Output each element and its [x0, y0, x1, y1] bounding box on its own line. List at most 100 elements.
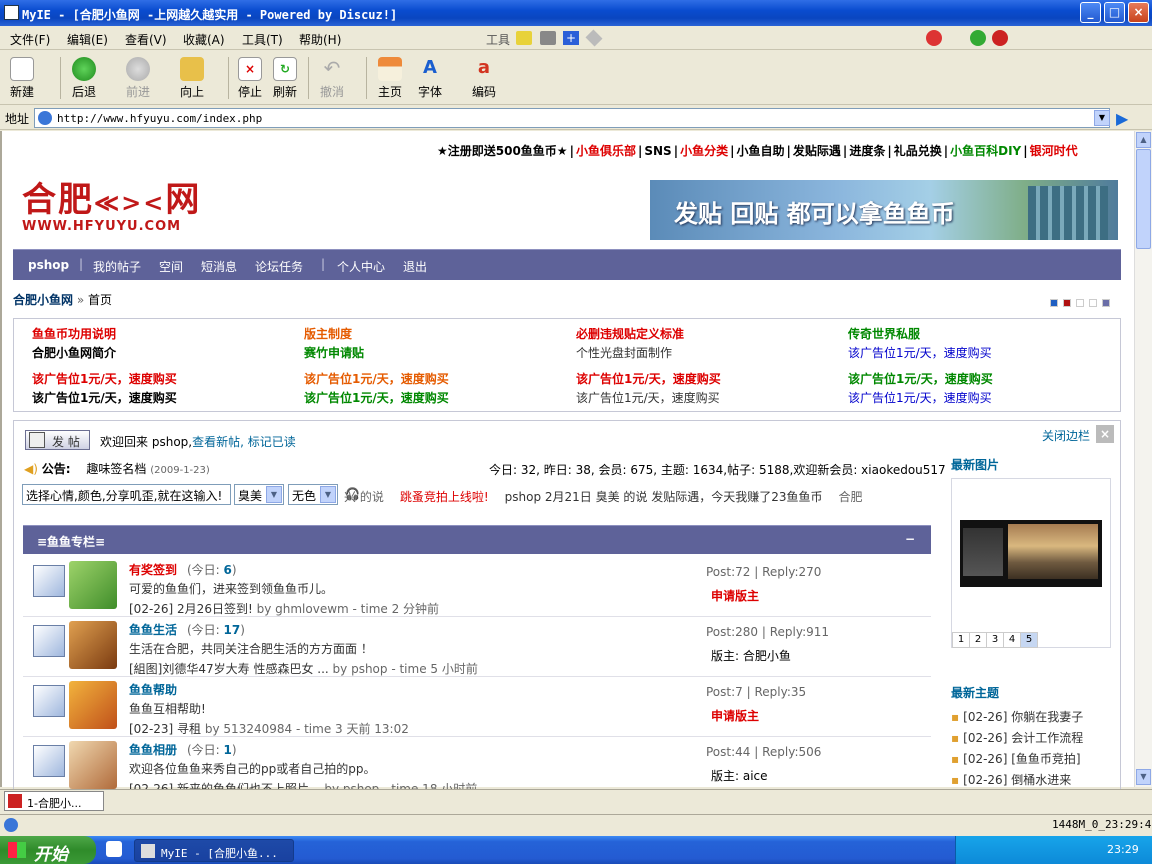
forum-moderator[interactable]: 版主: aice: [711, 767, 768, 784]
maximize-button[interactable]: □: [1104, 2, 1125, 23]
nav-my-posts[interactable]: 我的帖子: [93, 258, 141, 275]
top-link[interactable]: 进度条: [849, 144, 885, 158]
ad-link[interactable]: 合肥小鱼网简介: [32, 344, 116, 361]
last-post-title[interactable]: [02-26] 2月26日签到!: [129, 602, 253, 616]
forum-thumbnail[interactable]: [69, 741, 117, 789]
nav-logout[interactable]: 退出: [403, 258, 427, 275]
top-link[interactable]: 小鱼百科DIY: [950, 144, 1021, 158]
latest-topic-item[interactable]: ▪ [02-26] [鱼鱼币竞拍]: [951, 750, 1081, 767]
eraser-icon[interactable]: [585, 29, 603, 47]
font-button[interactable]: A 字体: [408, 55, 452, 100]
go-icon[interactable]: [970, 30, 986, 46]
pager-page[interactable]: 2: [969, 632, 987, 648]
ad-link[interactable]: 版主制度: [304, 325, 352, 342]
ticker-item[interactable]: pshop 2月21日 臭美 的说 发贴际遇，今天我赚了23鱼鱼币: [505, 490, 823, 504]
style-swatch[interactable]: [1102, 299, 1110, 307]
plus-icon[interactable]: +: [563, 31, 579, 45]
latest-topic-item[interactable]: ▪ [02-26] 倒桶水进来: [951, 771, 1071, 788]
close-button[interactable]: ×: [1128, 2, 1149, 23]
profile-icon[interactable]: [926, 30, 942, 46]
go-arrow-icon[interactable]: ▶: [1116, 109, 1128, 128]
ad-link[interactable]: 该广告位1元/天，速度购买: [304, 370, 449, 387]
forum-moderator[interactable]: 申请版主: [711, 707, 759, 724]
quicklaunch-icon[interactable]: [106, 841, 122, 857]
close-sidebar-icon[interactable]: ×: [1096, 425, 1114, 443]
menu-file[interactable]: 文件(F): [10, 31, 50, 48]
top-link[interactable]: 发贴际遇: [793, 144, 841, 158]
latest-topic-item[interactable]: ▪ [02-26] 会计工作流程: [951, 729, 1083, 746]
top-link[interactable]: 银河时代: [1030, 144, 1078, 158]
menu-favorites[interactable]: 收藏(A): [183, 31, 225, 48]
new-button[interactable]: 新建: [0, 55, 44, 100]
ticker-item[interactable]: 兴 的说: [344, 490, 384, 504]
forum-thumbnail[interactable]: [69, 681, 117, 729]
top-link[interactable]: 小鱼分类: [680, 144, 728, 158]
menu-edit[interactable]: 编辑(E): [67, 31, 108, 48]
forum-moderator[interactable]: 申请版主: [711, 587, 759, 604]
last-post-title[interactable]: [02-23] 寻租: [129, 722, 201, 736]
ad-link[interactable]: 该广告位1元/天，速度购买: [576, 370, 721, 387]
top-link[interactable]: 小鱼自助: [737, 144, 785, 158]
style-swatch[interactable]: [1076, 299, 1084, 307]
nav-username[interactable]: pshop: [28, 258, 69, 272]
menu-tools[interactable]: 工具(T): [242, 31, 283, 48]
ad-link[interactable]: 个性光盘封面制作: [576, 344, 672, 361]
ad-link[interactable]: 该广告位1元/天，速度购买: [848, 344, 992, 361]
address-input[interactable]: http://www.hfyuyu.com/index.php: [34, 108, 1110, 128]
ad-link[interactable]: 该广告位1元/天，速度购买: [848, 389, 992, 406]
scroll-up-icon[interactable]: ▲: [1136, 132, 1151, 148]
collapse-icon[interactable]: −: [905, 532, 915, 546]
ad-link[interactable]: 该广告位1元/天，速度购买: [848, 370, 993, 387]
forum-moderator[interactable]: 版主: 合肥小鱼: [711, 647, 791, 664]
nav-user-center[interactable]: 个人中心: [337, 258, 385, 275]
pager-page[interactable]: 4: [1003, 632, 1021, 648]
top-link[interactable]: 礼品兑换: [894, 144, 942, 158]
encoding-button[interactable]: a 编码: [462, 55, 506, 100]
top-link[interactable]: SNS: [644, 144, 671, 158]
nav-space[interactable]: 空间: [159, 258, 183, 275]
nav-tasks[interactable]: 论坛任务: [255, 258, 303, 275]
forward-button[interactable]: 前进: [116, 55, 160, 100]
highlighter-icon[interactable]: [516, 31, 532, 45]
forum-thumbnail[interactable]: [69, 621, 117, 669]
style-swatch[interactable]: [1063, 299, 1071, 307]
browser-tab[interactable]: 1-合肥小...: [4, 791, 104, 811]
style-swatch[interactable]: [1050, 299, 1058, 307]
site-logo[interactable]: 合肥≪><网 WWW.HFYUYU.COM: [22, 172, 202, 234]
forum-name[interactable]: 鱼鱼帮助: [129, 681, 177, 698]
ticker-item[interactable]: 合肥: [839, 490, 863, 504]
breadcrumb-home[interactable]: 合肥小鱼网: [13, 293, 73, 307]
ad-link[interactable]: 该广告位1元/天，速度购买: [32, 370, 177, 387]
up-button[interactable]: 向上: [170, 55, 214, 100]
forum-name[interactable]: 有奖签到: [129, 561, 177, 578]
mark-read-link[interactable]: 标记已读: [248, 435, 296, 449]
vertical-scrollbar[interactable]: ▲ ▼: [1134, 131, 1152, 787]
taskbar-item[interactable]: MyIE - [合肥小鱼...: [134, 839, 294, 862]
forum-name[interactable]: 鱼鱼相册: [129, 741, 177, 758]
view-new-posts-link[interactable]: 查看新帖,: [192, 435, 244, 449]
minimize-button[interactable]: _: [1080, 2, 1101, 23]
top-link[interactable]: ★注册即送500鱼鱼币★: [437, 144, 568, 158]
ad-link[interactable]: 该广告位1元/天，速度购买: [304, 389, 449, 406]
pager-page[interactable]: 3: [986, 632, 1004, 648]
announce-title[interactable]: 趣味签名档: [86, 462, 146, 476]
ad-link[interactable]: 传奇世界私服: [848, 325, 920, 342]
back-button[interactable]: 后退: [62, 55, 106, 100]
pager-page[interactable]: 5: [1020, 632, 1038, 648]
color-select[interactable]: 无色 ▼: [288, 484, 338, 505]
refresh-button[interactable]: ↻ 刷新: [263, 55, 307, 100]
emotion-select[interactable]: 臭美 ▼: [234, 484, 284, 505]
filter-icon[interactable]: [540, 31, 556, 45]
ad-link[interactable]: 该广告位1元/天，速度购买: [576, 389, 720, 406]
scroll-down-icon[interactable]: ▼: [1136, 769, 1151, 785]
stop-all-icon[interactable]: [992, 30, 1008, 46]
ad-link[interactable]: 鱼鱼币功用说明: [32, 325, 116, 342]
undo-button[interactable]: ↶ 撤消: [310, 55, 354, 100]
ad-link[interactable]: 该广告位1元/天，速度购买: [32, 389, 177, 406]
ad-link[interactable]: 赛竹申请贴: [304, 344, 364, 361]
menu-view[interactable]: 查看(V): [125, 31, 167, 48]
menu-help[interactable]: 帮助(H): [299, 31, 341, 48]
home-button[interactable]: 主页: [368, 55, 412, 100]
top-link[interactable]: 小鱼俱乐部: [576, 144, 636, 158]
address-dropdown-icon[interactable]: ▼: [1094, 110, 1110, 126]
